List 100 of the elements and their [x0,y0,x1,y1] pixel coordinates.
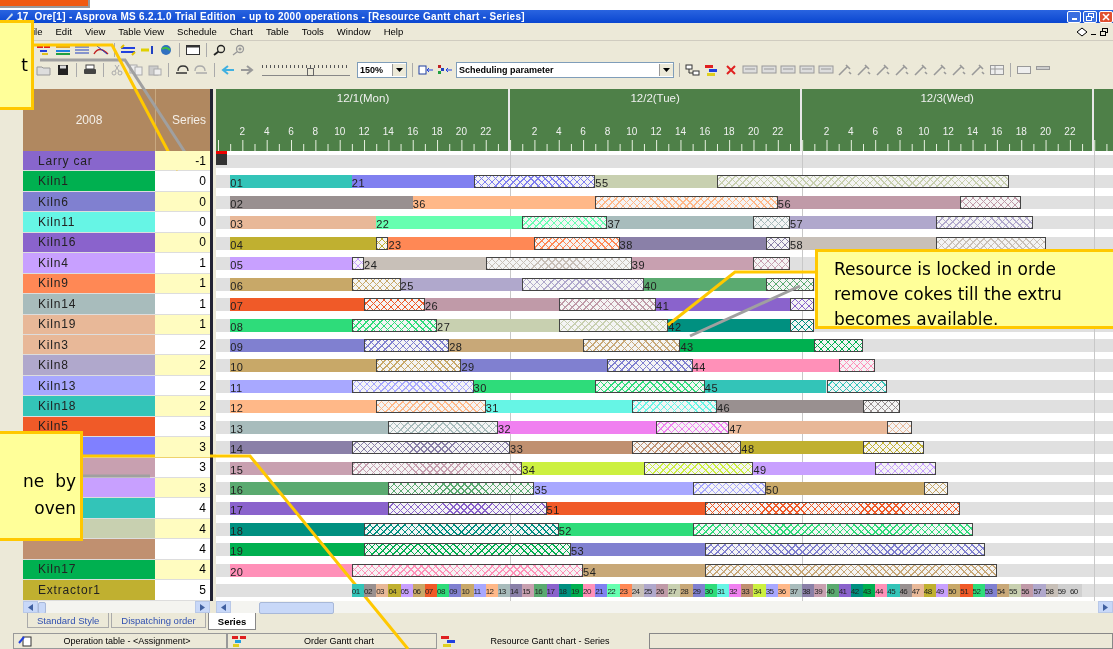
operation-bar[interactable] [692,359,839,373]
batch-block[interactable]: 39 [814,584,827,598]
operation-bar[interactable] [716,400,863,414]
operation-bar[interactable] [364,257,486,271]
operation-bar[interactable] [230,420,389,434]
operation-bar[interactable] [424,298,559,312]
resource-name-cell[interactable]: Kiln11 [23,212,155,232]
operation-bar[interactable] [631,257,754,271]
operation-bar[interactable] [510,441,632,455]
arrow-icon[interactable] [139,44,155,56]
batch-block[interactable]: 55 [1009,584,1022,598]
resource-name-cell[interactable]: Kiln14 [23,294,155,314]
operation-bar[interactable] [230,257,352,271]
batch-block[interactable]: 16 [534,584,547,598]
view-tab[interactable]: Series [207,613,257,630]
resource-name-cell[interactable]: Kiln16 [23,232,155,253]
menu-item[interactable]: Tools [301,26,324,37]
scrollbar-thumb[interactable] [259,602,334,614]
search-icon[interactable] [212,44,228,56]
operation-bar[interactable] [656,298,790,312]
save-icon[interactable] [55,64,71,76]
batch-block[interactable]: 44 [875,584,888,598]
parameter-dropdown[interactable]: Scheduling parameter [456,62,674,78]
box-arrow-icon[interactable] [418,64,434,76]
operation-bar[interactable] [376,216,523,230]
menu-item[interactable]: View [84,26,106,37]
bars-icon[interactable] [55,44,71,56]
operation-bar[interactable] [230,522,364,536]
minimize-icon[interactable] [1091,33,1096,35]
operation-bar[interactable] [230,441,352,455]
view-tab[interactable]: Dispatching order [111,613,206,628]
batch-block[interactable]: 50 [948,584,961,598]
batch-block[interactable]: 26 [656,584,669,598]
minimize-button[interactable] [1067,10,1081,23]
scroll-left-button[interactable] [23,601,38,613]
restore-button[interactable] [1083,10,1097,23]
operation-bar[interactable] [230,482,389,495]
batch-block[interactable]: 22 [607,584,620,598]
operation-bar[interactable] [230,318,352,332]
batch-block[interactable]: 21 [595,584,608,598]
menu-item[interactable]: ile [33,26,43,37]
batch-block[interactable]: 04 [388,584,401,598]
menu-item[interactable]: Table [265,26,289,37]
curve-icon[interactable] [93,44,109,56]
operation-bar[interactable] [595,175,717,189]
operation-bar[interactable] [230,400,377,414]
operation-bar[interactable] [351,175,474,189]
operation-bar[interactable] [583,563,705,577]
operation-bar[interactable] [777,195,961,209]
operation-bar[interactable] [473,379,596,393]
operation-bar[interactable] [230,563,352,577]
operation-bar[interactable] [753,461,876,475]
batch-block[interactable]: 10 [461,584,474,598]
batch-block[interactable]: 08 [437,584,450,598]
resource-name-cell[interactable]: Kiln18 [23,396,155,416]
scroll-right-button[interactable] [1098,601,1113,613]
resource-name-cell[interactable]: Kiln3 [23,334,155,355]
resource-name-cell[interactable]: Kiln4 [23,253,155,273]
operation-bar[interactable] [558,522,693,536]
batch-block[interactable]: 27 [668,584,681,598]
operation-bar[interactable] [497,420,657,434]
window-tab[interactable]: Order Gantt chart [227,633,437,649]
batch-block[interactable]: 01 [351,584,364,598]
operation-bar[interactable] [607,216,754,230]
batch-block[interactable]: 20 [583,584,596,598]
batch-block[interactable]: 03 [376,584,389,598]
operation-bar[interactable] [680,338,815,352]
undo-icon[interactable] [174,64,190,76]
resource-name-cell[interactable]: Kiln6 [23,191,155,212]
batch-block[interactable]: 56 [1021,584,1034,598]
operation-bar[interactable] [619,236,766,250]
batch-block[interactable]: 34 [753,584,766,598]
close-button[interactable] [1099,10,1113,23]
swap-arrows-icon[interactable] [120,44,136,56]
batch-block[interactable]: 51 [960,584,973,598]
operation-bar[interactable] [388,236,535,250]
window-icon[interactable] [185,44,201,56]
menu-item[interactable]: Help [383,26,404,37]
batch-block[interactable]: 09 [449,584,462,598]
batch-block[interactable]: 57 [1033,584,1046,598]
batch-block[interactable]: 33 [741,584,754,598]
operation-bar[interactable] [230,236,377,250]
batch-block[interactable]: 02 [364,584,377,598]
batch-block[interactable]: 43 [863,584,876,598]
operation-bar[interactable] [668,318,790,332]
scroll-left-button[interactable] [216,601,231,613]
delete-icon[interactable] [723,64,739,76]
batch-block[interactable]: 49 [936,584,949,598]
view-tab[interactable]: Standard Style [27,613,110,628]
resource-name-cell[interactable]: Kiln1 [23,171,155,191]
batch-block[interactable]: 28 [680,584,693,598]
operation-bar[interactable] [230,461,352,475]
operation-bar[interactable] [461,359,608,373]
operation-bar[interactable] [230,543,364,557]
menu-item[interactable]: Edit [55,26,72,37]
resource-name-cell[interactable]: Kiln17 [23,559,155,580]
batch-block[interactable]: 45 [887,584,900,598]
resource-name-cell[interactable]: Larry car [23,151,155,171]
resource-name-cell[interactable]: Kiln19 [23,314,155,334]
printer-icon[interactable] [82,64,98,76]
